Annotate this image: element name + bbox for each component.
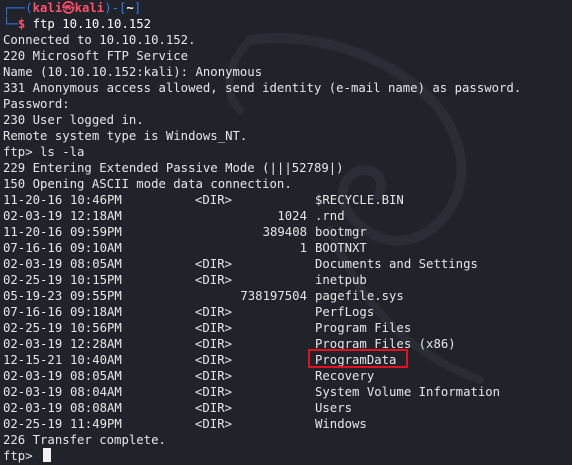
listing-time: 11:49PM (70, 417, 122, 431)
listing-time: 09:18AM (70, 305, 122, 319)
output-connected: Connected to 10.10.10.152. (3, 33, 196, 47)
listing-row: 02-03-19 08:08AM <DIR> Users (3, 400, 563, 416)
listing-row: 02-03-19 12:28AM <DIR> Program Files (x86) (3, 336, 563, 352)
listing-filename: Windows (315, 417, 367, 431)
ftp-prompt-label: ftp> (3, 449, 41, 463)
listing-date: 02-03-19 (3, 385, 63, 399)
listing-dir-flag: <DIR> (195, 369, 233, 383)
listing-row: 02-03-19 08:05AM <DIR> Recovery (3, 368, 563, 384)
prompt-header: ┌──(kali㉿kali)-[~] (3, 1, 142, 15)
listing-dir-flag: <DIR> (195, 257, 233, 271)
listing-filename: bootmgr (315, 225, 367, 239)
listing-time: 10:56PM (70, 321, 122, 335)
listing-time: 09:55PM (70, 289, 122, 303)
listing-row: 11-20-16 09:59PM 389408 bootmgr (3, 224, 563, 240)
listing-date: 02-03-19 (3, 209, 63, 223)
listing-dir-flag: <DIR> (195, 337, 233, 351)
prompt-user: kali (32, 1, 63, 15)
listing-date: 02-03-19 (3, 257, 63, 271)
listing-date: 12-15-21 (3, 353, 63, 367)
listing-time: 08:05AM (70, 369, 122, 383)
prompt-at-symbol: ㉿ (62, 1, 75, 15)
prompt-command-line: └─$ ftp 10.10.10.152 (3, 17, 152, 31)
listing-date: 02-03-19 (3, 401, 63, 415)
listing-row: 02-03-19 12:18AM 1024 .rnd (3, 208, 563, 224)
listing-date: 11-20-16 (3, 225, 63, 239)
output-anon-msg: 331 Anonymous access allowed, send ident… (3, 81, 522, 95)
listing-date: 02-25-19 (3, 321, 63, 335)
listing-filename: pagefile.sys (315, 289, 404, 303)
listing-dir-flag: <DIR> (195, 193, 233, 207)
listing-date: 07-16-16 (3, 241, 63, 255)
listing-filename: $RECYCLE.BIN (315, 193, 404, 207)
listing-date: 11-20-16 (3, 193, 63, 207)
listing-filename: Documents and Settings (315, 257, 478, 271)
output-transfer-complete: 226 Transfer complete. (3, 433, 166, 447)
listing-size: 738197504 (240, 289, 307, 303)
listing-date: 02-03-19 (3, 369, 63, 383)
listing-time: 09:10AM (70, 241, 122, 255)
ftp-input-prompt[interactable]: ftp> (3, 448, 52, 464)
listing-size: 1024 (277, 209, 307, 223)
listing-filename: System Volume Information (315, 385, 501, 399)
listing-filename: BOOTNXT (315, 241, 367, 255)
listing-dir-flag: <DIR> (195, 273, 233, 287)
listing-date: 02-25-19 (3, 273, 63, 287)
output-system-type: Remote system type is Windows_NT. (3, 129, 248, 143)
listing-dir-flag: <DIR> (195, 401, 233, 415)
terminal-window[interactable]: ┌──(kali㉿kali)-[~] └─$ ftp 10.10.10.152 … (3, 0, 572, 465)
output-ls-command: ftp> ls -la (3, 145, 85, 159)
listing-row: 07-16-16 09:10AM 1 BOOTNXT (3, 240, 563, 256)
output-logged-in: 230 User logged in. (3, 113, 144, 127)
listing-dir-flag: <DIR> (195, 353, 233, 367)
listing-dir-flag: <DIR> (195, 417, 233, 431)
listing-dir-flag: <DIR> (195, 305, 233, 319)
listing-time: 08:08AM (70, 401, 122, 415)
listing-filename: inetpub (315, 273, 367, 287)
listing-dir-flag: <DIR> (195, 385, 233, 399)
listing-filename: .rnd (315, 209, 345, 223)
listing-filename: Program Files (315, 321, 412, 335)
listing-date: 05-19-23 (3, 289, 63, 303)
listing-row: 02-25-19 10:56PM <DIR> Program Files (3, 320, 563, 336)
listing-time: 10:46PM (70, 193, 122, 207)
output-opening: 150 Opening ASCII mode data connection. (3, 177, 292, 191)
output-passive-mode: 229 Entering Extended Passive Mode (|||5… (3, 161, 344, 175)
listing-time: 08:05AM (70, 257, 122, 271)
listing-row: 02-25-19 10:15PM <DIR> inetpub (3, 272, 563, 288)
listing-filename: Recovery (315, 369, 375, 383)
listing-time: 12:18AM (70, 209, 122, 223)
listing-filename: PerfLogs (315, 305, 375, 319)
prompt-host: kali (74, 1, 105, 15)
listing-time: 09:59PM (70, 225, 122, 239)
listing-row: 02-25-19 11:49PM <DIR> Windows (3, 416, 563, 432)
listing-row: 07-16-16 09:18AM <DIR> PerfLogs (3, 304, 563, 320)
listing-date: 02-25-19 (3, 417, 63, 431)
output-password: Password: (3, 97, 70, 111)
text-cursor (43, 448, 52, 462)
prompt-cwd: ~ (126, 1, 134, 15)
listing-row: 02-03-19 08:05AM <DIR> Documents and Settin… (3, 256, 563, 272)
listing-size: 1 (299, 241, 307, 255)
listing-time: 08:04AM (70, 385, 122, 399)
listing-time: 10:40AM (70, 353, 122, 367)
listing-size: 389408 (262, 225, 307, 239)
output-banner: 220 Microsoft FTP Service (3, 49, 189, 63)
listing-row: 05-19-23 09:55PM 738197504 pagefile.sys (3, 288, 563, 304)
listing-row: 11-20-16 10:46PM <DIR> $RECYCLE.BIN (3, 192, 563, 208)
listing-time: 12:28AM (70, 337, 122, 351)
listing-time: 10:15PM (70, 273, 122, 287)
prompt-command: ftp 10.10.10.152 (32, 17, 152, 31)
listing-filename: Users (315, 401, 353, 415)
listing-dir-flag: <DIR> (195, 321, 233, 335)
listing-date: 07-16-16 (3, 305, 63, 319)
highlight-box-programdata (308, 349, 408, 368)
output-name-prompt: Name (10.10.10.152:kali): Anonymous (3, 65, 263, 79)
listing-row: 02-03-19 08:04AM <DIR> System Volume Inform… (3, 384, 563, 400)
listing-row: 12-15-21 10:40AM <DIR> ProgramData (3, 352, 563, 368)
listing-date: 02-03-19 (3, 337, 63, 351)
